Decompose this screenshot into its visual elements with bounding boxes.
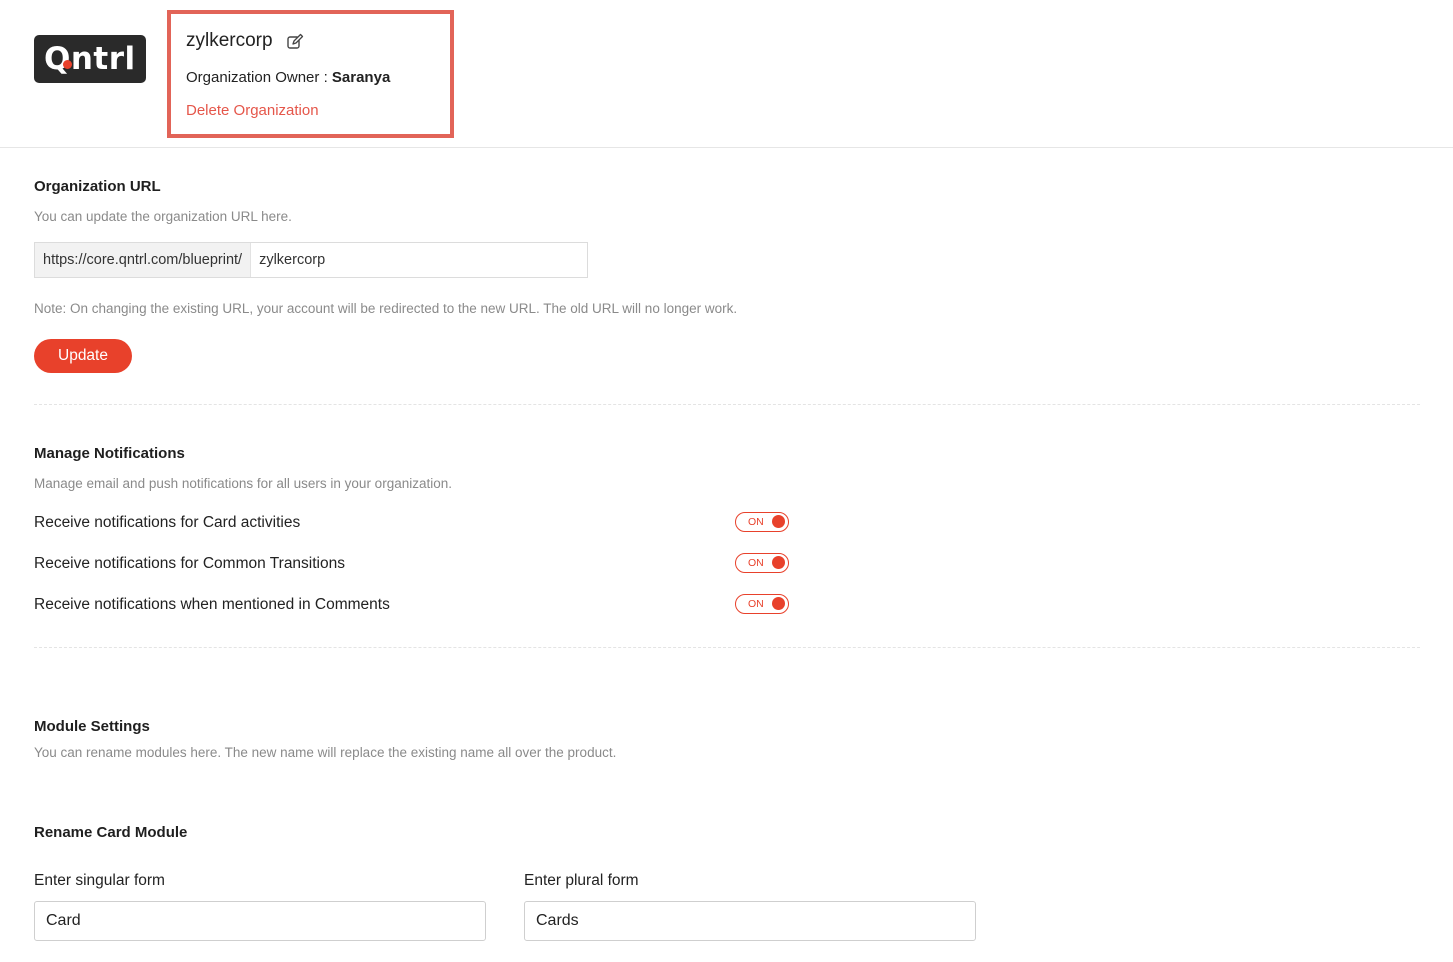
org-name: zylkercorp <box>186 30 273 51</box>
notifications-title: Manage Notifications <box>34 445 185 462</box>
org-url-field: https://core.qntrl.com/blueprint/ <box>34 242 588 278</box>
org-info-box: zylkercorp Organization Owner : Saranya … <box>167 10 454 138</box>
org-url-input[interactable] <box>251 243 587 277</box>
edit-icon[interactable] <box>286 33 304 51</box>
toggle-state: ON <box>748 516 764 528</box>
singular-form-label: Enter singular form <box>34 872 165 889</box>
module-settings-title: Module Settings <box>34 718 150 735</box>
plural-form-label: Enter plural form <box>524 872 639 889</box>
module-settings-description: You can rename modules here. The new nam… <box>34 745 617 760</box>
logo-text: Qntrl <box>44 41 136 77</box>
notification-label: Receive notifications for Common Transit… <box>34 555 345 572</box>
section-divider <box>34 647 1420 648</box>
org-header: Qntrl zylkercorp Organization Owner : Sa… <box>0 0 1453 148</box>
notification-row-mentions: Receive notifications when mentioned in … <box>34 594 794 618</box>
notification-row-card-activities: Receive notifications for Card activitie… <box>34 512 794 536</box>
org-url-title: Organization URL <box>34 178 161 195</box>
notification-label: Receive notifications when mentioned in … <box>34 596 390 613</box>
toggle-state: ON <box>748 598 764 610</box>
toggle-knob <box>772 556 785 569</box>
section-divider <box>34 404 1420 405</box>
qntrl-logo: Qntrl <box>34 35 146 83</box>
notifications-description: Manage email and push notifications for … <box>34 476 452 491</box>
card-activities-toggle[interactable]: ON <box>735 512 789 532</box>
notification-label: Receive notifications for Card activitie… <box>34 514 301 531</box>
notification-row-common-transitions: Receive notifications for Common Transit… <box>34 553 794 577</box>
update-button[interactable]: Update <box>34 339 132 373</box>
toggle-knob <box>772 597 785 610</box>
rename-card-module-title: Rename Card Module <box>34 824 188 841</box>
owner-label: Organization Owner : <box>186 69 328 86</box>
toggle-state: ON <box>748 557 764 569</box>
toggle-knob <box>772 515 785 528</box>
org-url-description: You can update the organization URL here… <box>34 209 292 224</box>
mentions-toggle[interactable]: ON <box>735 594 789 614</box>
logo-accent-dot <box>63 60 72 69</box>
plural-form-input[interactable] <box>524 901 976 941</box>
url-prefix: https://core.qntrl.com/blueprint/ <box>35 243 252 277</box>
owner-name: Saranya <box>331 69 391 86</box>
singular-form-input[interactable] <box>34 901 486 941</box>
org-owner-line: Organization Owner : Saranya <box>186 69 390 86</box>
common-transitions-toggle[interactable]: ON <box>735 553 789 573</box>
delete-organization-link[interactable]: Delete Organization <box>186 102 319 119</box>
url-change-note: Note: On changing the existing URL, your… <box>34 301 738 316</box>
